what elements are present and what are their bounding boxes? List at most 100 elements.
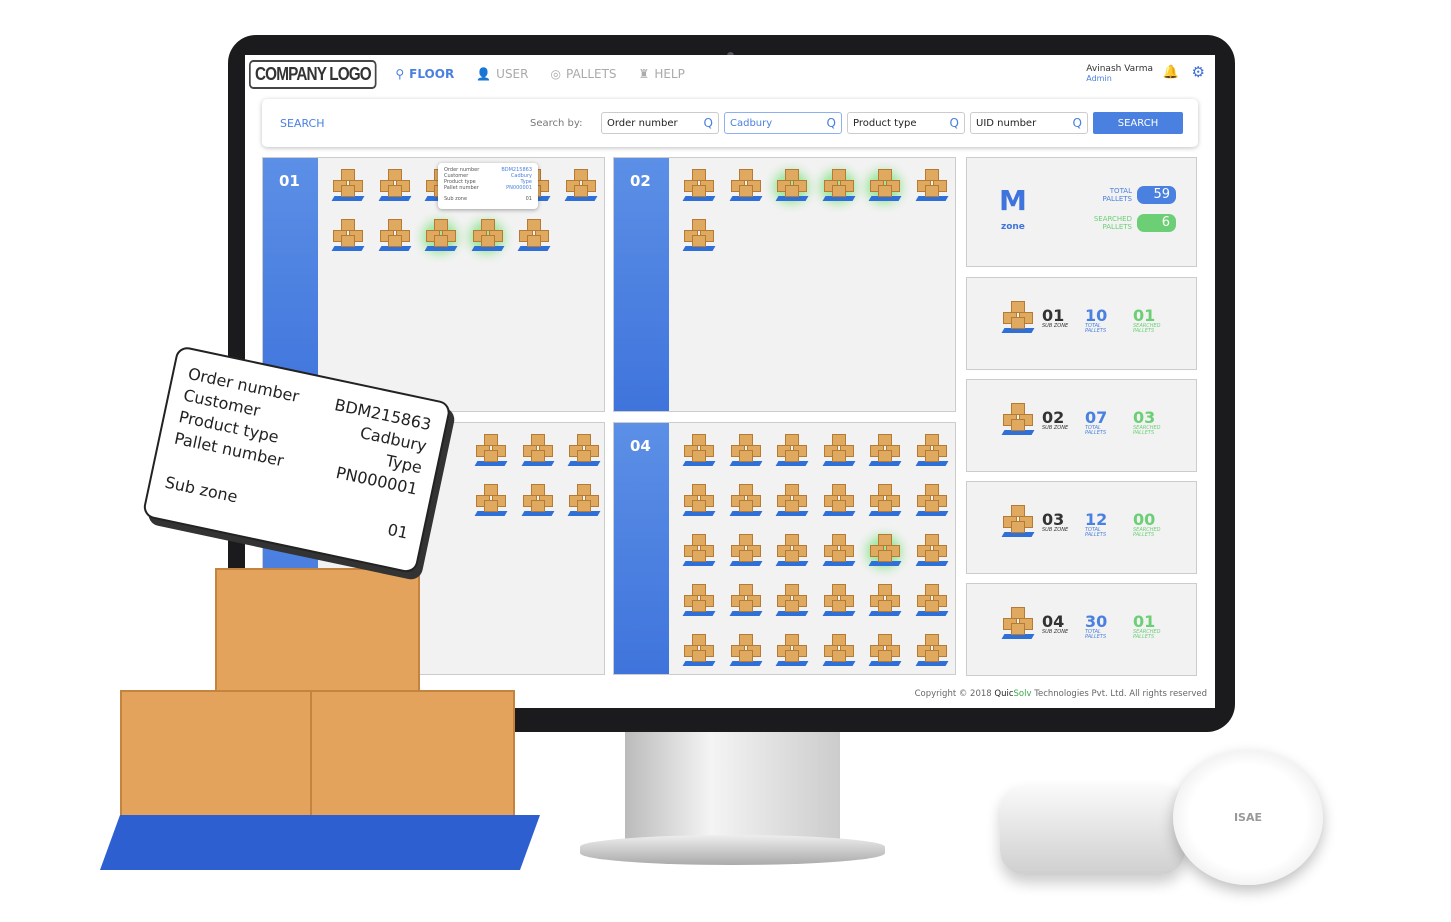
box — [1011, 419, 1025, 431]
pallet-icon[interactable] — [995, 400, 1042, 450]
pallet-icon[interactable] — [909, 166, 956, 216]
search-input[interactable]: Cadbury Q — [724, 112, 842, 134]
pallet-icon[interactable] — [723, 531, 770, 581]
pallet-icon[interactable] — [676, 431, 723, 481]
box — [1011, 317, 1025, 329]
pallet-icon[interactable] — [723, 631, 770, 681]
search-input[interactable]: Product type Q — [847, 112, 965, 134]
box — [831, 434, 846, 446]
pallet-icon[interactable] — [816, 581, 863, 631]
pallet-icon[interactable] — [468, 481, 515, 531]
pallet-icon-highlighted[interactable] — [862, 166, 909, 216]
pallet-icon[interactable] — [816, 531, 863, 581]
user-info[interactable]: Avinash Varma Admin — [1086, 64, 1153, 84]
pallet-icon[interactable] — [862, 631, 909, 681]
subzone-card[interactable]: 01 SUB ZONE 10 TOTAL PALLETS 01 SEARCHED PALL… — [966, 277, 1197, 370]
search-button[interactable]: SEARCH — [1093, 112, 1183, 134]
pallet-icon[interactable] — [372, 166, 419, 216]
pallet-icon[interactable] — [561, 481, 608, 531]
pallet-icon[interactable] — [816, 481, 863, 531]
box — [530, 434, 545, 446]
pallet-icon[interactable] — [676, 531, 723, 581]
nav-item-help[interactable]: ♜ HELP — [639, 67, 685, 81]
box — [878, 450, 892, 462]
pallet-icon[interactable] — [723, 581, 770, 631]
pallet-icon[interactable] — [909, 581, 956, 631]
box — [831, 600, 846, 612]
box — [878, 550, 892, 562]
box — [573, 169, 588, 181]
box — [785, 600, 799, 612]
tooltip-value: 01 — [525, 196, 532, 202]
pallet-icon[interactable] — [723, 481, 770, 531]
pallet-icon[interactable] — [515, 481, 562, 531]
searched-pallets-label: SEARCHED PALLETS — [1093, 215, 1132, 231]
box — [738, 484, 753, 496]
pallet-grid — [468, 431, 608, 531]
nav-item-user[interactable]: 👤 USER — [476, 67, 528, 81]
pallet-icon[interactable] — [511, 216, 558, 266]
pallet-icon-highlighted[interactable] — [418, 216, 465, 266]
pallet-icon[interactable] — [816, 631, 863, 681]
subzone-id-label: SUB ZONE — [1042, 323, 1069, 329]
box — [878, 484, 892, 496]
pallet-icon[interactable] — [723, 431, 770, 481]
box — [878, 600, 892, 612]
pallet-icon[interactable] — [909, 481, 956, 531]
box — [434, 219, 448, 231]
pallet-icon[interactable] — [909, 631, 956, 681]
nav-item-pallets[interactable]: ◎ PALLETS — [550, 67, 616, 81]
pallet-icon[interactable] — [909, 431, 956, 481]
user-name: Avinash Varma — [1086, 64, 1153, 74]
nav-item-floor[interactable]: ⚲ FLOOR — [395, 67, 454, 81]
pallet-icon[interactable] — [862, 481, 909, 531]
box — [738, 450, 753, 462]
pallet-icon[interactable] — [325, 216, 372, 266]
gear-icon[interactable]: ⚙ — [1192, 63, 1205, 81]
box — [527, 219, 541, 231]
pallet-icon[interactable] — [769, 631, 816, 681]
box — [878, 584, 892, 596]
pallet-icon[interactable] — [515, 431, 562, 481]
pallet-icon[interactable] — [468, 431, 515, 481]
pallet-icon[interactable] — [769, 581, 816, 631]
search-input[interactable]: UID number Q — [970, 112, 1088, 134]
search-bar: SEARCH Search by: Order number Q Cadbury Q P… — [262, 99, 1198, 147]
pallet-icon[interactable] — [909, 531, 956, 581]
pallet-icon-highlighted[interactable] — [816, 166, 863, 216]
box — [530, 450, 545, 462]
search-icon: Q — [826, 116, 836, 130]
pallet-icon[interactable] — [816, 431, 863, 481]
pallet-icon[interactable] — [995, 298, 1042, 348]
pallet-icon[interactable] — [676, 581, 723, 631]
pallet-icon[interactable] — [676, 481, 723, 531]
notification-bell-icon[interactable]: 🔔 — [1163, 65, 1179, 80]
pallet-icon[interactable] — [676, 166, 723, 216]
pallet-icon[interactable] — [862, 581, 909, 631]
pallet-icon[interactable] — [561, 431, 608, 481]
pallet-icon[interactable] — [372, 216, 419, 266]
pallet-icon[interactable] — [676, 216, 723, 266]
pallet-icon[interactable] — [995, 604, 1042, 654]
pallet-icon[interactable] — [769, 481, 816, 531]
subzone-searched-label: SEARCHED PALLETS — [1133, 629, 1161, 640]
pallet-icon[interactable] — [325, 166, 372, 216]
pallet-icon[interactable] — [995, 502, 1042, 552]
pallet-icon[interactable] — [676, 631, 723, 681]
pallet-icon[interactable] — [723, 166, 770, 216]
pallet-icon-highlighted[interactable] — [465, 216, 512, 266]
subzone-card[interactable]: 02 SUB ZONE 07 TOTAL PALLETS 03 SEARCHED PALL… — [966, 379, 1197, 472]
pallet-icon-highlighted[interactable] — [769, 166, 816, 216]
box — [480, 235, 495, 247]
pallet-icon[interactable] — [769, 431, 816, 481]
user-icon: 👤 — [476, 67, 492, 81]
box — [924, 600, 939, 612]
pallet-icon[interactable] — [769, 531, 816, 581]
subzone-card[interactable]: 04 SUB ZONE 30 TOTAL PALLETS 01 SEARCHED PALL… — [966, 583, 1197, 676]
pallet-icon-highlighted[interactable] — [862, 531, 909, 581]
subzone-card[interactable]: 03 SUB ZONE 12 TOTAL PALLETS 00 SEARCHED PALL… — [966, 481, 1197, 574]
pallet-icon[interactable] — [862, 431, 909, 481]
pallet-icon[interactable] — [558, 166, 605, 216]
search-input[interactable]: Order number Q — [601, 112, 719, 134]
subzone-id-label: SUB ZONE — [1042, 527, 1069, 533]
